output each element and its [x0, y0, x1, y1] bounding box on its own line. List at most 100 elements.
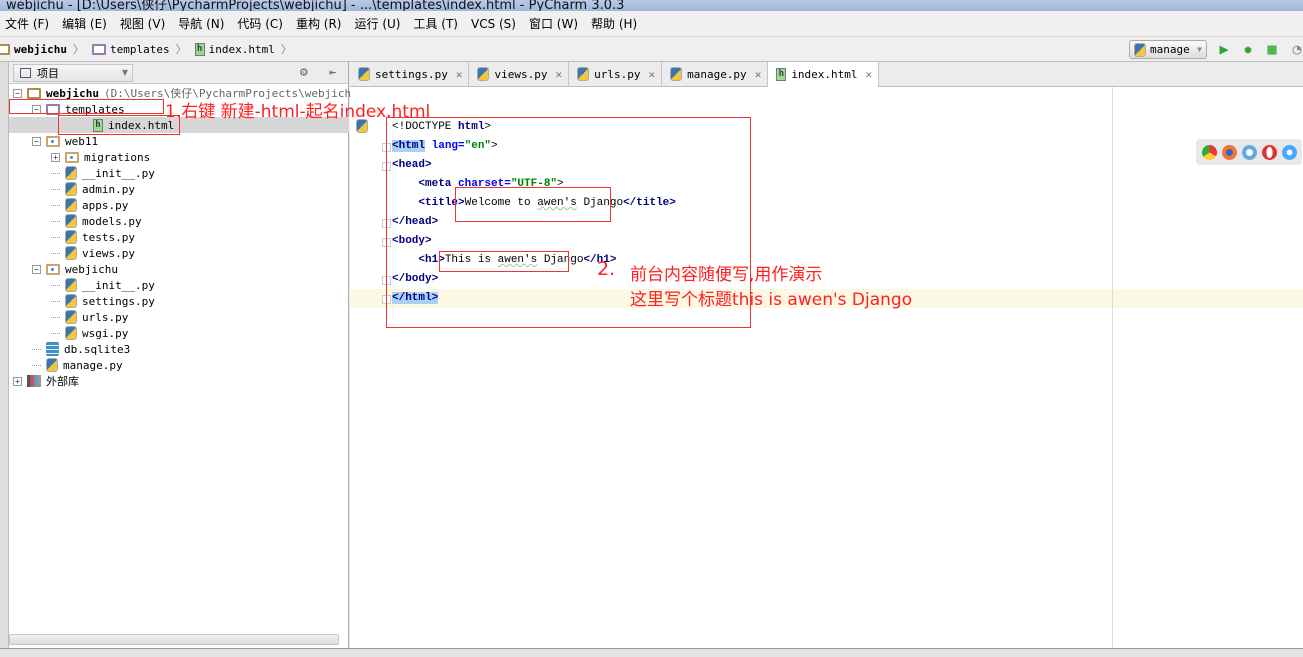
- editor-tabs: settings.py ✕ views.py ✕ urls.py ✕ manage.py ✕ h…: [350, 62, 1303, 87]
- tree-item-label: apps.py: [82, 198, 129, 212]
- gear-icon[interactable]: ⚙: [300, 65, 308, 80]
- tree-item[interactable]: admin.py: [51, 181, 135, 197]
- python-file-icon: [65, 230, 77, 244]
- breadcrumb-webjichu[interactable]: webjichu: [0, 41, 92, 57]
- breadcrumb-label: webjichu: [14, 42, 67, 56]
- python-file-icon: [65, 326, 77, 340]
- tree-item-label: webjichu: [65, 262, 118, 276]
- tree-item-label: urls.py: [82, 310, 129, 324]
- right-margin-line: [1112, 87, 1113, 648]
- browser-preview-bar: [1196, 139, 1302, 165]
- menu-refactor[interactable]: 重构 (R): [287, 15, 350, 32]
- tree-item-label: views.py: [82, 246, 135, 260]
- close-icon[interactable]: ✕: [755, 68, 762, 81]
- project-view-label: 项目: [37, 66, 59, 80]
- tree-connector: [51, 188, 60, 190]
- breadcrumb-index-html[interactable]: h index.html: [194, 41, 300, 57]
- python-file-icon: [65, 166, 77, 180]
- tree-item[interactable]: wsgi.py: [51, 325, 128, 341]
- ie-icon[interactable]: [1281, 144, 1297, 160]
- annotation-step2-line2: 这里写个标题this is awen's Django: [630, 290, 913, 310]
- chrome-icon[interactable]: [1201, 144, 1217, 160]
- debug-icon[interactable]: ✹: [1239, 40, 1257, 58]
- navigation-bar: webjichu templates hindex.html: [0, 37, 1303, 62]
- python-file-icon: [65, 310, 77, 324]
- collapse-toggle-icon[interactable]: −: [32, 264, 41, 274]
- tree-item[interactable]: − webjichu: [32, 261, 118, 277]
- tree-item[interactable]: apps.py: [51, 197, 128, 213]
- project-panel-header: 项目 ▼ ⚙ ⇤: [9, 62, 348, 84]
- tree-item-label: wsgi.py: [82, 326, 129, 340]
- collapse-toggle-icon[interactable]: −: [13, 88, 22, 98]
- annotation-box: [455, 187, 611, 222]
- tab-label: urls.py: [594, 67, 641, 81]
- tree-item[interactable]: settings.py: [51, 293, 155, 309]
- tree-connector: [51, 300, 60, 302]
- menu-navigate[interactable]: 导航 (N): [169, 15, 232, 32]
- tab-index-html[interactable]: h index.html ✕: [768, 62, 880, 87]
- breadcrumb-label: index.html: [208, 42, 275, 56]
- tab-settings-py[interactable]: settings.py ✕: [350, 62, 470, 86]
- opera-icon[interactable]: [1261, 144, 1277, 160]
- python-file-icon: [65, 294, 77, 308]
- tree-item[interactable]: views.py: [51, 245, 135, 261]
- tree-connector: [32, 364, 41, 366]
- run-icon[interactable]: ▶: [1215, 40, 1233, 58]
- package-folder-icon: [65, 151, 79, 163]
- html-file-icon: h: [194, 42, 205, 56]
- close-icon[interactable]: ✕: [866, 68, 873, 81]
- tab-label: manage.py: [687, 67, 747, 81]
- tree-item-label: __init__.py: [82, 278, 155, 292]
- tree-connector: [51, 332, 60, 334]
- collapse-icon[interactable]: ⇤: [329, 65, 336, 79]
- tree-item[interactable]: urls.py: [51, 309, 128, 325]
- menu-tools[interactable]: 工具 (T): [404, 15, 466, 32]
- tree-item[interactable]: manage.py: [32, 357, 123, 373]
- tree-item-label: migrations: [84, 150, 151, 164]
- coverage-icon[interactable]: ▩: [1263, 40, 1281, 58]
- horizontal-scrollbar[interactable]: [9, 634, 339, 645]
- tab-label: settings.py: [375, 67, 448, 81]
- tree-connector: [51, 252, 60, 254]
- menu-vcs[interactable]: VCS (S): [462, 17, 524, 31]
- tree-item[interactable]: models.py: [51, 213, 142, 229]
- tab-views-py[interactable]: views.py ✕: [469, 62, 570, 86]
- run-config-dropdown[interactable]: manage ▼: [1129, 40, 1207, 59]
- safari-icon[interactable]: [1241, 144, 1257, 160]
- menu-view[interactable]: 视图 (V): [111, 15, 173, 32]
- firefox-icon[interactable]: [1221, 144, 1237, 160]
- python-icon: [1134, 42, 1146, 57]
- close-icon[interactable]: ✕: [648, 68, 655, 81]
- menu-window[interactable]: 窗口 (W): [520, 15, 586, 32]
- expand-toggle-icon[interactable]: +: [13, 376, 22, 386]
- tree-item[interactable]: db.sqlite3: [32, 341, 130, 357]
- profile-icon[interactable]: ◔: [1288, 40, 1303, 58]
- tree-item[interactable]: + migrations: [51, 149, 150, 165]
- html-file-icon: h: [776, 68, 787, 81]
- menu-file[interactable]: 文件 (F): [0, 15, 57, 32]
- menu-run[interactable]: 运行 (U): [346, 15, 409, 32]
- tree-item[interactable]: __init__.py: [51, 165, 155, 181]
- breadcrumb-templates[interactable]: templates: [91, 41, 195, 57]
- menu-code[interactable]: 代码 (C): [228, 15, 291, 32]
- project-view-selector[interactable]: 项目 ▼: [13, 63, 133, 82]
- menu-edit[interactable]: 编辑 (E): [53, 15, 115, 32]
- tree-item[interactable]: __init__.py: [51, 277, 155, 293]
- tab-manage-py[interactable]: manage.py ✕: [662, 62, 769, 86]
- tree-item-label: models.py: [82, 214, 142, 228]
- close-icon[interactable]: ✕: [456, 68, 463, 81]
- tree-item[interactable]: tests.py: [51, 229, 135, 245]
- tree-item[interactable]: + 外部库: [13, 373, 79, 389]
- collapse-toggle-icon[interactable]: −: [32, 136, 41, 146]
- close-icon[interactable]: ✕: [555, 68, 562, 81]
- project-panel: 项目 ▼ ⚙ ⇤ − webjichu (D:\Users\侠仔\PycharmPro…: [9, 62, 364, 649]
- python-file-icon: [65, 214, 77, 228]
- python-file-icon: [65, 182, 77, 196]
- expand-toggle-icon[interactable]: +: [51, 152, 60, 162]
- menu-help[interactable]: 帮助 (H): [582, 15, 645, 32]
- window-title: webjichu - [D:\Users\侠仔\PycharmProjects\…: [6, 0, 625, 11]
- tab-label: views.py: [494, 67, 548, 81]
- tab-urls-py[interactable]: urls.py ✕: [569, 62, 663, 86]
- tool-window-strip: [0, 62, 9, 657]
- tree-item[interactable]: − web11: [32, 133, 98, 149]
